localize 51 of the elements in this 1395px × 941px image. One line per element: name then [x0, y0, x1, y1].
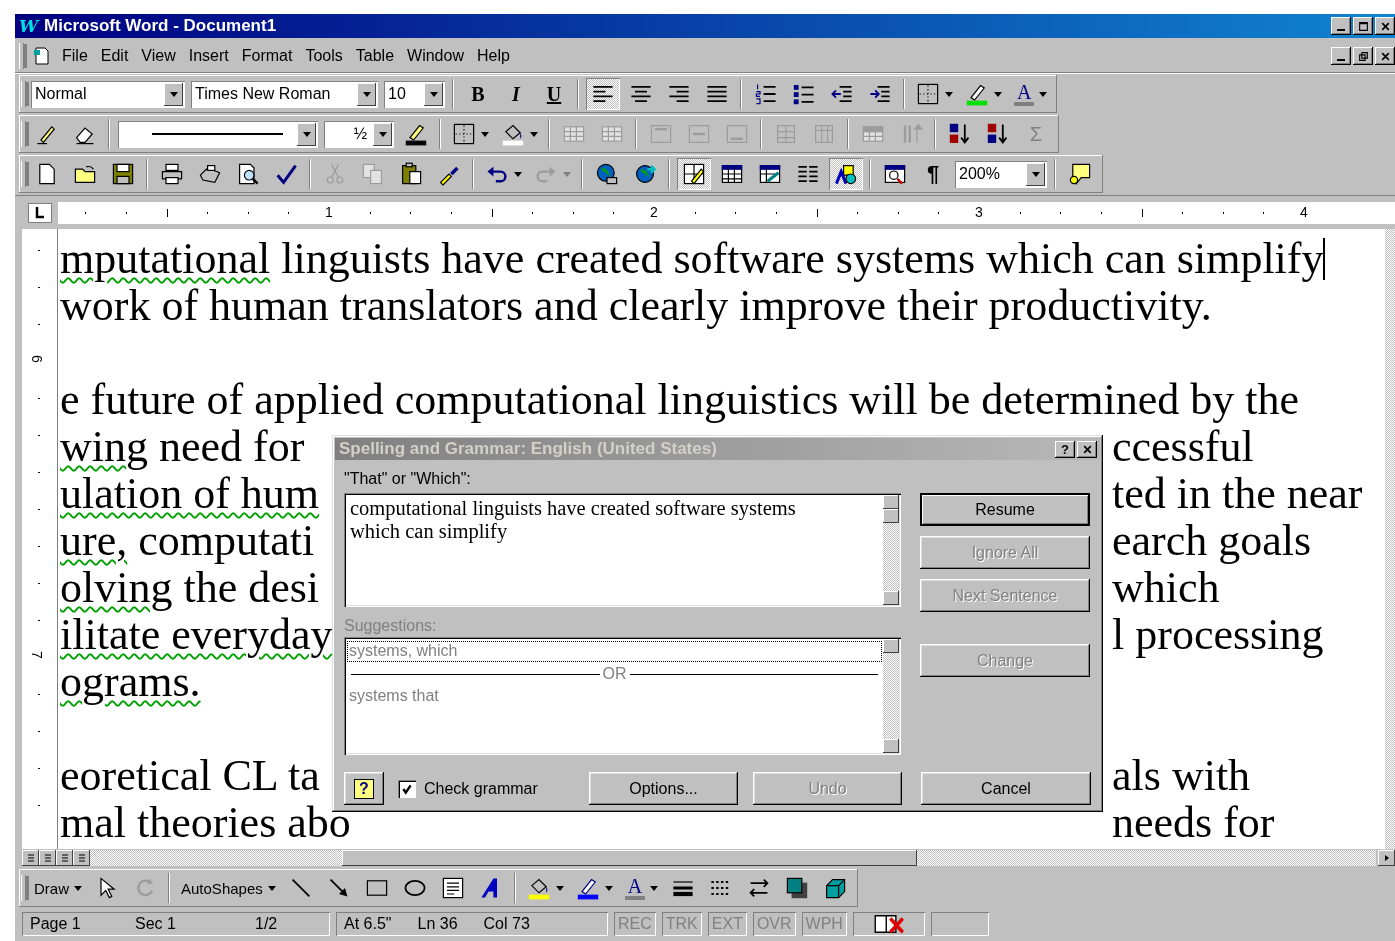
document-text: ilitate everyday: [60, 610, 333, 660]
status-text: Col 73: [483, 915, 530, 933]
document-text: olving: [60, 563, 173, 613]
dropdown-field[interactable]: ½: [324, 120, 394, 148]
suggestion-item[interactable]: systems, which: [347, 641, 882, 662]
status-text: 1/2: [255, 915, 278, 933]
checkbox-label: Check grammar: [424, 779, 538, 798]
document-text: mputational: [60, 233, 271, 284]
menu-item[interactable]: Help: [472, 45, 519, 67]
menu-item[interactable]: File: [58, 45, 97, 67]
document-text: the desi: [183, 563, 320, 613]
dropdown-field[interactable]: Normal: [31, 80, 185, 108]
ruler-number: 2: [649, 203, 659, 220]
menu-item[interactable]: Tools: [301, 45, 352, 67]
status-text: Page 1: [30, 915, 82, 933]
document-text: work of human translators and clearly improve their productivity.: [60, 281, 1212, 331]
suggestions-label: Suggestions:: [344, 616, 438, 635]
document-text: need for: [158, 422, 305, 472]
ruler-number: 4: [1299, 203, 1309, 220]
ruler-number: 3: [974, 203, 984, 220]
document-text: linguists have created software systems which can simplify: [280, 233, 1324, 284]
dropdown-field[interactable]: 10: [384, 80, 445, 108]
ruler-number: 1: [324, 203, 334, 220]
menu-item[interactable]: Window: [403, 45, 473, 67]
ruler-number: 7: [28, 651, 45, 659]
ruler-number: 6: [28, 355, 45, 363]
menu-item[interactable]: Table: [351, 45, 404, 67]
suggestions-list[interactable]: systems, which OR systems that: [344, 637, 901, 755]
document-text: ograms.: [60, 657, 201, 707]
status-text: At 6.5": [344, 915, 392, 933]
status-text: Ln 36: [417, 915, 458, 933]
dropdown-field[interactable]: 200%: [955, 160, 1047, 188]
separator-text: OR: [601, 665, 628, 683]
menu-item[interactable]: Edit: [96, 45, 138, 67]
dialog-button[interactable]: Cancel: [921, 772, 1091, 805]
issue-label: "That" or "Which":: [344, 469, 472, 488]
suggestion-item[interactable]: systems that: [347, 686, 882, 707]
sentence-text: computational linguists have created software systems which can simplify: [349, 496, 797, 545]
dialog-button[interactable]: Options...: [589, 772, 738, 805]
window-title: Microsoft Word - Document1: [44, 16, 277, 36]
dialog-button[interactable]: Resume: [920, 493, 1090, 526]
status-text: Sec 1: [135, 915, 177, 933]
help-button[interactable]: ?: [1055, 440, 1075, 458]
assistant-button[interactable]: ?: [344, 772, 384, 805]
dialog-title: Spelling and Grammar: English (United States): [339, 439, 717, 459]
menu-item[interactable]: View: [137, 45, 185, 67]
dropdown-field[interactable]: Times New Roman: [191, 80, 378, 108]
sentence-box[interactable]: computational linguists have created software systems which can simplify: [344, 493, 901, 607]
app-icon: W: [19, 16, 39, 36]
menu-item[interactable]: Insert: [184, 45, 238, 67]
menu-item[interactable]: Format: [237, 45, 302, 67]
